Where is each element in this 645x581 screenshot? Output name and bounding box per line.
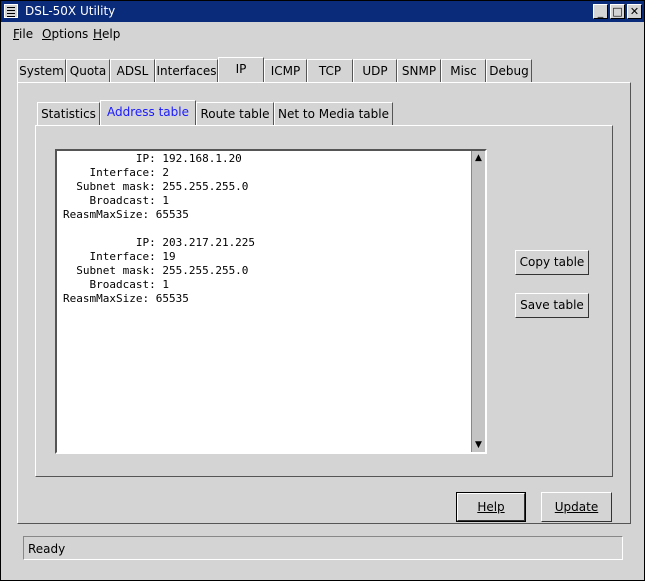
tab-system[interactable]: System [17,59,66,83]
tab-debug[interactable]: Debug [486,59,532,83]
subtab-net-to-media-table[interactable]: Net to Media table [274,102,393,126]
status-bar: Ready [23,536,623,560]
tab-quota[interactable]: Quota [66,59,110,83]
save-table-button[interactable]: Save table [515,293,589,318]
subtab-address-table[interactable]: Address table [100,100,196,126]
tab-tcp[interactable]: TCP [307,59,353,83]
scroll-down-icon[interactable]: ▼ [472,439,485,451]
menu-help[interactable]: Help [93,27,120,41]
tab-interfaces[interactable]: Interfaces [155,59,218,83]
minimize-icon[interactable]: _ [593,4,608,19]
status-text: Ready [28,542,66,556]
subtab-statistics[interactable]: Statistics [37,102,100,126]
app-window: DSL-50X Utility _ □ ✕ File Options Help … [0,0,645,581]
address-table-textarea[interactable]: IP: 192.168.1.20 Interface: 2 Subnet mas… [55,149,487,454]
title-bar[interactable]: DSL-50X Utility _ □ ✕ [1,1,644,22]
update-button[interactable]: Update [541,492,612,522]
tab-icmp[interactable]: ICMP [264,59,307,83]
address-table-content: IP: 192.168.1.20 Interface: 2 Subnet mas… [63,152,256,305]
system-menu-icon[interactable] [4,4,18,18]
copy-table-button[interactable]: Copy table [515,250,589,275]
vertical-scrollbar[interactable]: ▲ ▼ [471,151,485,452]
help-button[interactable]: Help [456,492,526,522]
menu-file[interactable]: File [13,27,33,41]
tab-snmp[interactable]: SNMP [397,59,441,83]
close-icon[interactable]: ✕ [627,4,642,19]
maximize-icon[interactable]: □ [610,4,625,19]
tab-adsl[interactable]: ADSL [110,59,155,83]
window-title: DSL-50X Utility [25,4,116,18]
scroll-up-icon[interactable]: ▲ [472,152,485,164]
subtab-route-table[interactable]: Route table [196,102,274,126]
menu-bar: File Options Help [1,23,644,45]
tab-udp[interactable]: UDP [353,59,397,83]
tab-misc[interactable]: Misc [441,59,486,83]
tab-ip[interactable]: IP [218,57,264,83]
menu-options[interactable]: Options [42,27,88,41]
